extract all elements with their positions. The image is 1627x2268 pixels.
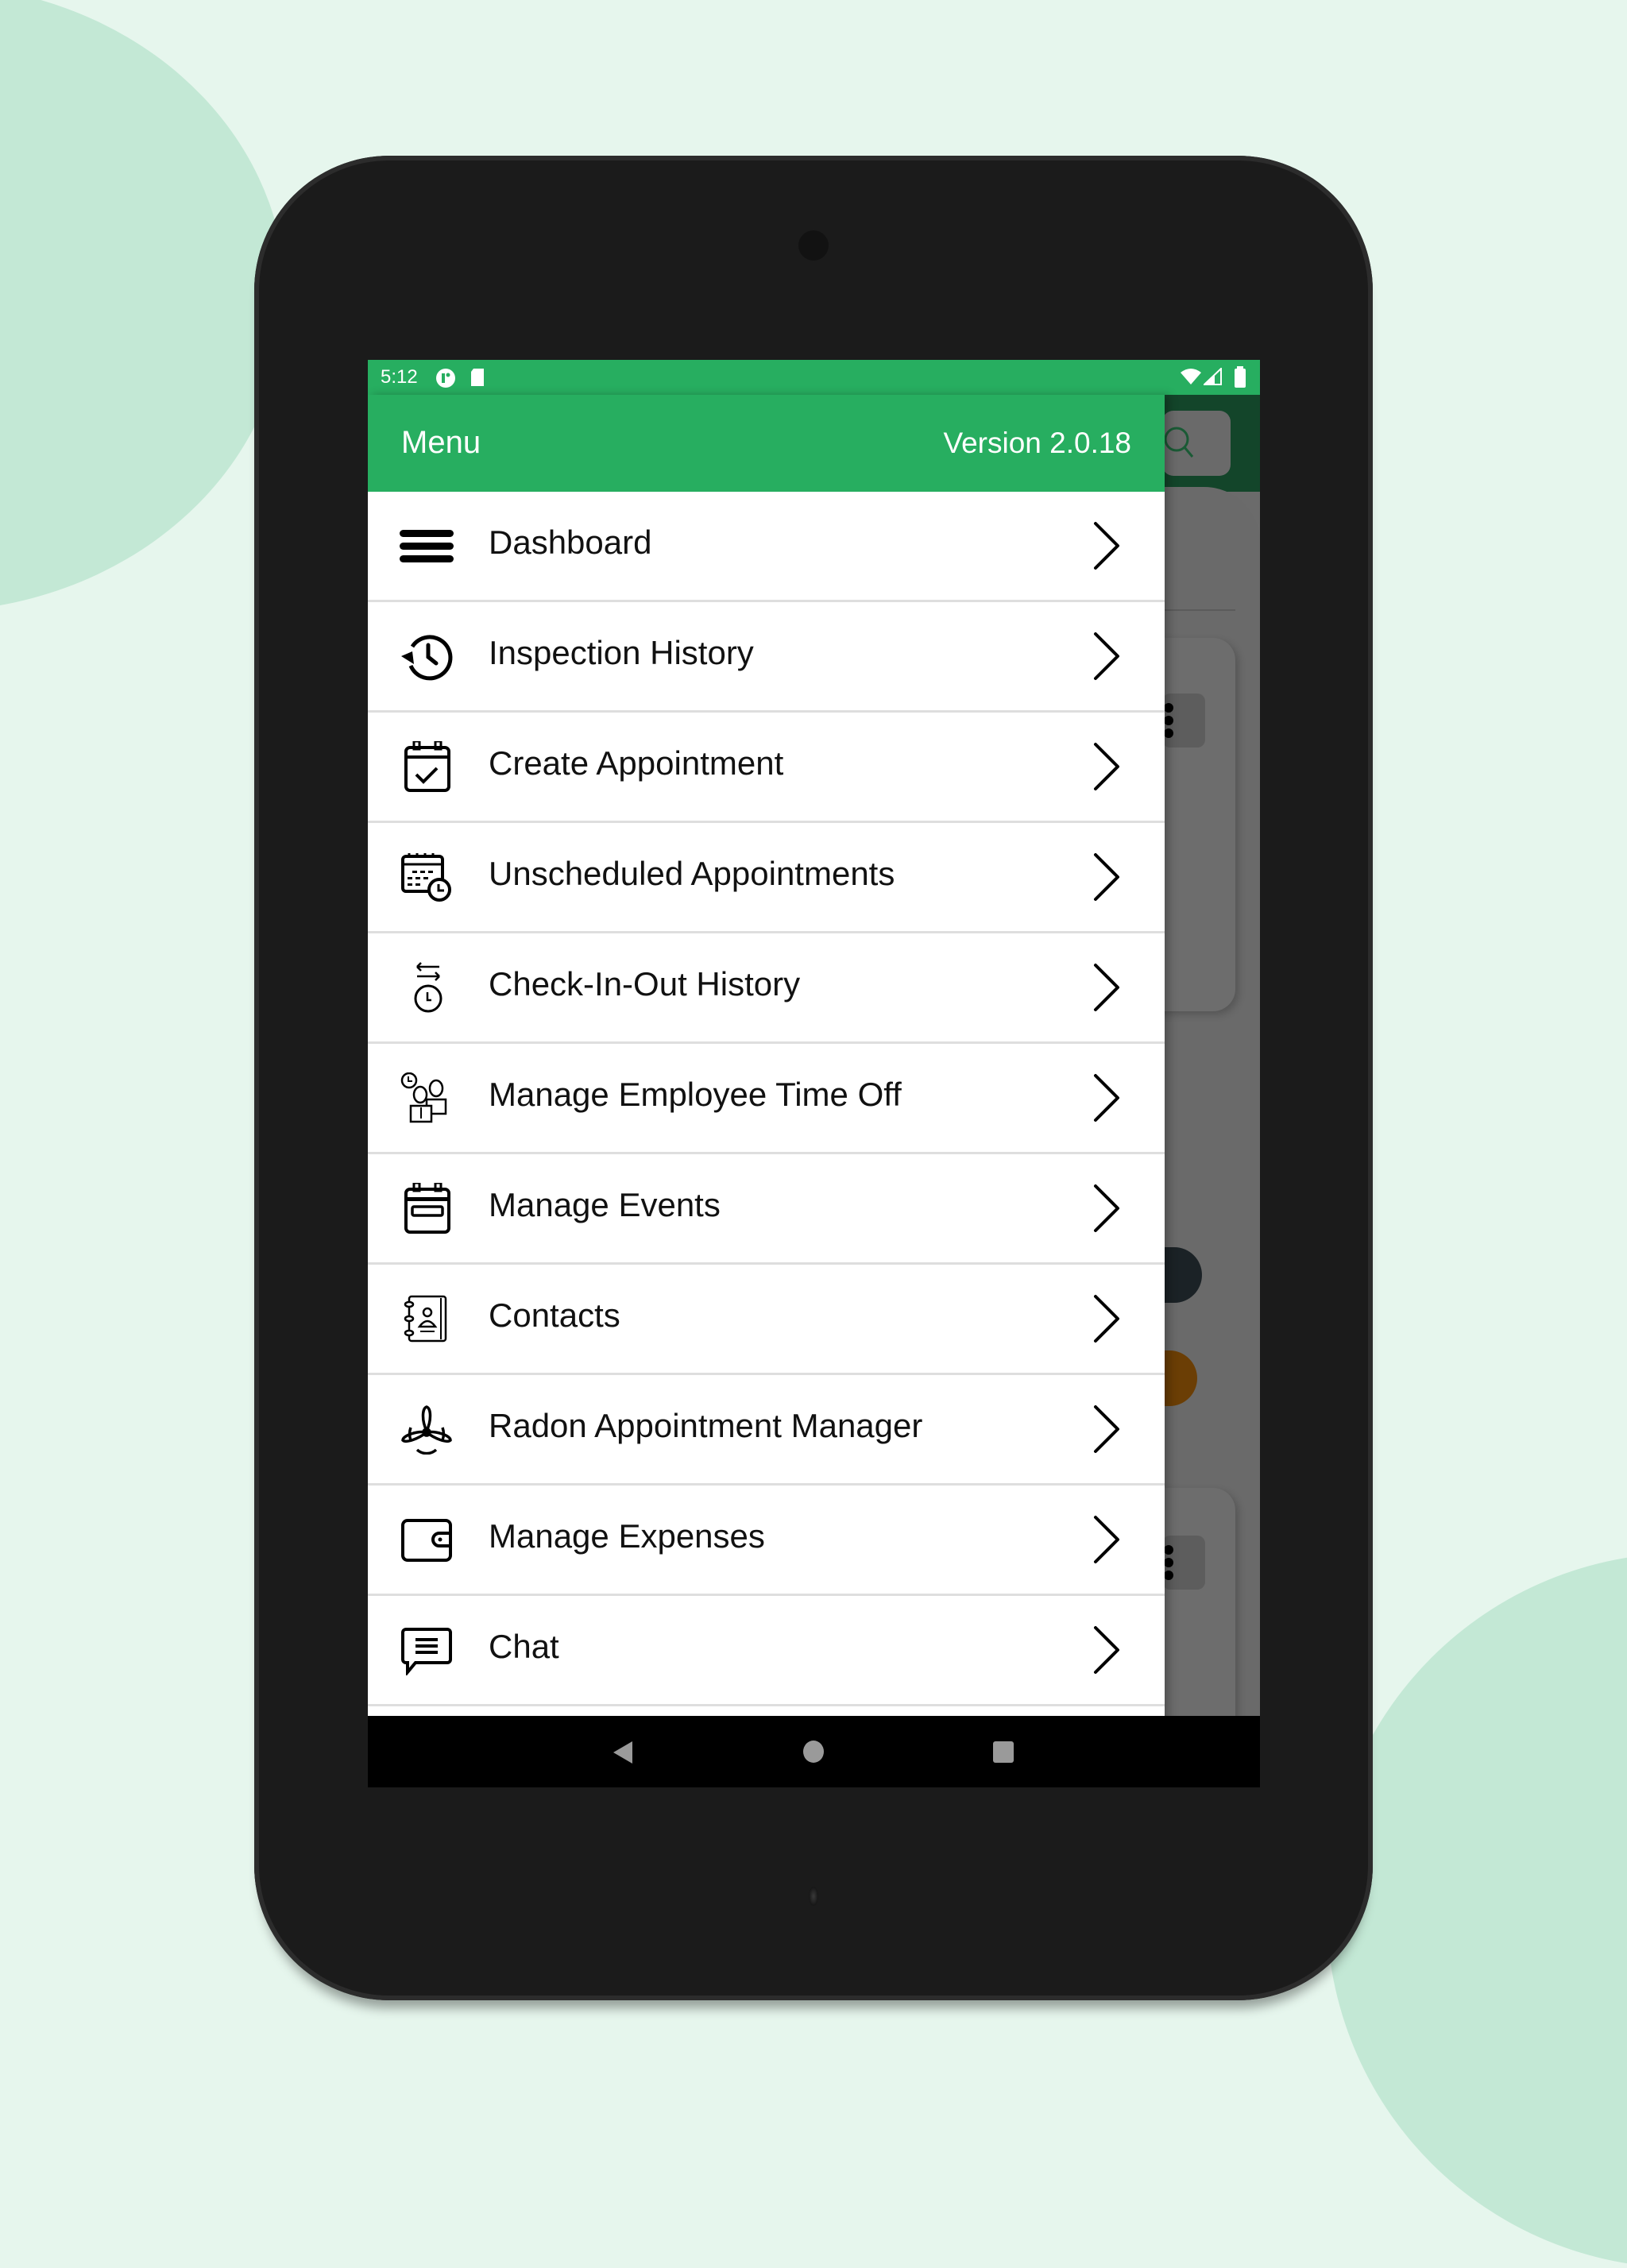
chevron-right-icon xyxy=(1094,1405,1119,1453)
system-navigation-bar xyxy=(368,1716,1260,1787)
menu-item-label: Manage Employee Time Off xyxy=(489,1076,902,1113)
menu-item-unscheduled-appointments[interactable]: Unscheduled Appointments xyxy=(368,823,1165,933)
dot xyxy=(1164,716,1173,725)
menu-item-radon-appointment-manager[interactable]: Radon Appointment Manager xyxy=(368,1375,1165,1486)
recents-button[interactable] xyxy=(993,1741,1014,1763)
menu-item-label: Dashboard xyxy=(489,524,652,561)
chevron-right-icon xyxy=(1094,1074,1119,1122)
drawer-header: Menu Version 2.0.18 xyxy=(368,395,1165,492)
employees-clock-icon xyxy=(400,1072,447,1123)
background-blob-top-left xyxy=(0,0,286,612)
chat-icon xyxy=(401,1628,452,1675)
menu-item-create-appointment[interactable]: Create Appointment xyxy=(368,713,1165,823)
menu-item-label: Unscheduled Appointments xyxy=(489,855,895,892)
menu-item-manage-expenses[interactable]: Manage Expenses xyxy=(368,1486,1165,1596)
drawer-title: Menu xyxy=(401,425,481,460)
menu-item-label: Manage Expenses xyxy=(489,1517,765,1555)
chevron-right-icon xyxy=(1094,632,1119,680)
navigation-drawer: Menu Version 2.0.18 Dashboard Inspection… xyxy=(368,395,1165,1787)
menu-item-chat[interactable]: Chat xyxy=(368,1596,1165,1706)
calendar-clock-icon xyxy=(401,853,451,902)
signal-icon xyxy=(1204,368,1222,385)
drawer-menu: Dashboard Inspection History Create Appo… xyxy=(368,492,1165,1787)
dot xyxy=(1164,1545,1173,1555)
background-search-button[interactable] xyxy=(1162,411,1231,476)
menu-item-label: Check-In-Out History xyxy=(489,965,801,1003)
menu-item-label: Inspection History xyxy=(489,634,754,671)
search-icon xyxy=(1164,427,1194,458)
app-version: Version 2.0.18 xyxy=(943,427,1131,459)
fan-icon xyxy=(401,1405,452,1455)
hamburger-icon xyxy=(400,530,454,562)
media-notification-icon xyxy=(436,369,455,388)
chevron-right-icon xyxy=(1094,743,1119,790)
menu-item-label: Create Appointment xyxy=(489,744,784,782)
dot xyxy=(1164,1558,1173,1567)
device-screen: 5:12 Menu Version 2.0.18 Dashboard Inspe… xyxy=(368,360,1260,1787)
back-icon xyxy=(613,1741,632,1764)
background-kebab-button[interactable] xyxy=(1162,1536,1205,1590)
sd-card-icon xyxy=(471,369,484,386)
chevron-right-icon xyxy=(1094,1626,1119,1674)
dot xyxy=(1164,1571,1173,1580)
timer-swap-icon xyxy=(414,962,442,1013)
chevron-right-icon xyxy=(1094,1184,1119,1232)
status-time: 5:12 xyxy=(381,366,418,388)
menu-item-label: Contacts xyxy=(489,1296,620,1334)
chevron-right-icon xyxy=(1094,964,1119,1011)
menu-item-manage-employee-time-off[interactable]: Manage Employee Time Off xyxy=(368,1044,1165,1154)
chevron-right-icon xyxy=(1094,522,1119,570)
battery-icon xyxy=(1235,366,1246,388)
menu-item-label: Radon Appointment Manager xyxy=(489,1407,923,1444)
chevron-right-icon xyxy=(1094,1295,1119,1343)
calendar-check-icon xyxy=(404,741,450,792)
front-camera xyxy=(798,230,829,261)
dot xyxy=(1164,728,1173,738)
address-book-icon xyxy=(404,1295,447,1343)
history-icon xyxy=(401,635,453,681)
background-divider xyxy=(1162,609,1235,611)
menu-item-inspection-history[interactable]: Inspection History xyxy=(368,602,1165,713)
status-bar: 5:12 xyxy=(368,360,1260,395)
menu-item-dashboard[interactable]: Dashboard xyxy=(368,492,1165,602)
menu-item-manage-events[interactable]: Manage Events xyxy=(368,1154,1165,1265)
background-kebab-button[interactable] xyxy=(1162,694,1205,748)
home-button[interactable] xyxy=(803,1741,824,1763)
back-button[interactable] xyxy=(610,1740,634,1765)
menu-item-label: Manage Events xyxy=(489,1186,721,1223)
bottom-sensor xyxy=(809,1887,818,1906)
menu-item-check-in-out-history[interactable]: Check-In-Out History xyxy=(368,933,1165,1044)
chevron-right-icon xyxy=(1094,853,1119,901)
wallet-icon xyxy=(401,1519,452,1562)
wifi-icon xyxy=(1181,369,1201,384)
calendar-event-icon xyxy=(404,1183,450,1234)
dot xyxy=(1164,703,1173,713)
menu-item-label: Chat xyxy=(489,1628,559,1665)
menu-item-contacts[interactable]: Contacts xyxy=(368,1265,1165,1375)
chevron-right-icon xyxy=(1094,1516,1119,1563)
